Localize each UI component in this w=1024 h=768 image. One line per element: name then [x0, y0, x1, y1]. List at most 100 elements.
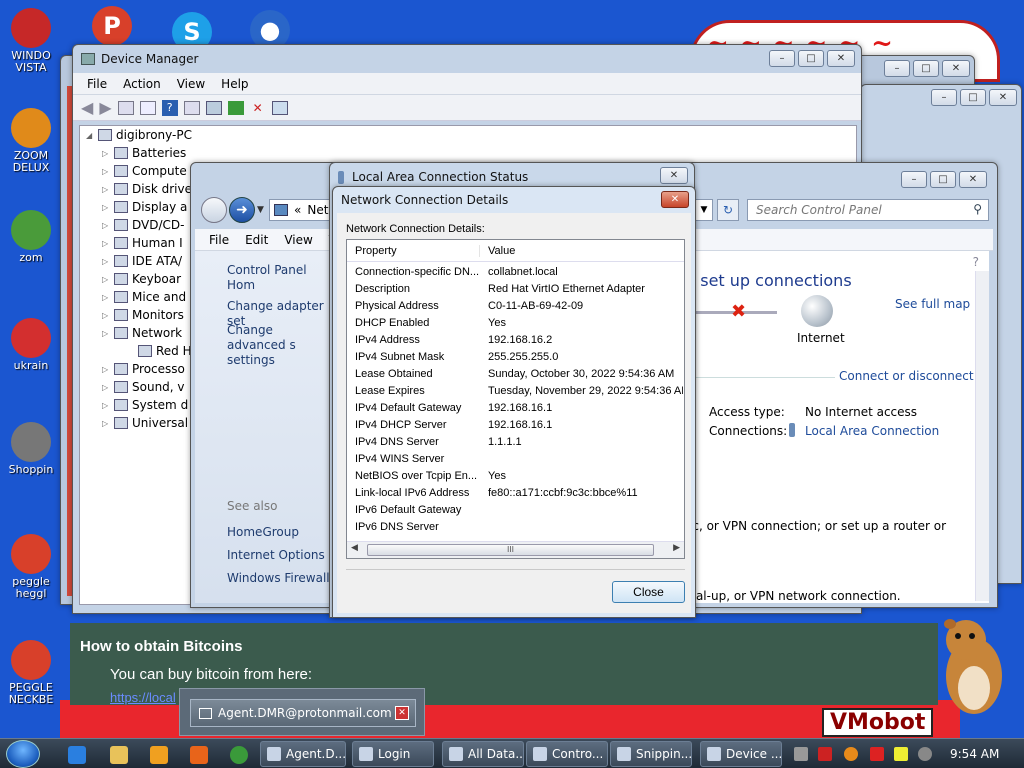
uninstall-icon[interactable]: ✕ — [250, 101, 266, 115]
minimize-button[interactable]: – — [769, 50, 795, 67]
expand-icon[interactable]: ▷ — [102, 275, 114, 284]
vertical-scrollbar[interactable] — [975, 271, 989, 601]
expand-icon[interactable]: ▷ — [102, 293, 114, 302]
back-arrow-icon[interactable]: ◀ — [81, 98, 93, 117]
menu-item[interactable]: View — [177, 77, 205, 91]
taskbar-button[interactable]: Contro... — [526, 741, 608, 767]
device-manager-titlebar[interactable]: Device Manager — [73, 45, 861, 73]
ransom-link[interactable]: https://local — [110, 690, 176, 705]
detail-row[interactable]: Lease Obtained Sunday, October 30, 2022 9… — [355, 368, 683, 385]
see-also-link[interactable]: Windows Firewall — [227, 567, 330, 590]
email-card[interactable]: Agent.DMR@protonmail.com ✕ — [190, 699, 416, 727]
local-area-connection-link[interactable]: Local Area Connection — [805, 424, 939, 438]
detail-row[interactable]: DHCP Enabled Yes — [355, 317, 683, 334]
desktop-icon[interactable]: Shoppin — [0, 422, 62, 476]
connect-disconnect-link[interactable]: Connect or disconnect — [839, 369, 974, 383]
tray-app-icon[interactable] — [794, 747, 808, 761]
detail-row[interactable]: IPv6 Default Gateway — [355, 504, 683, 521]
scan-hardware-icon[interactable] — [205, 100, 222, 115]
maximize-button[interactable]: □ — [798, 50, 824, 67]
tree-root[interactable]: ◢ digibrony-PC — [80, 126, 856, 144]
close-button[interactable]: ✕ — [661, 191, 689, 208]
details-list[interactable]: Property Value Connection-specific DN...… — [346, 239, 685, 559]
firefox-icon[interactable] — [190, 746, 208, 764]
close-button[interactable]: ✕ — [959, 171, 987, 188]
history-dropdown-icon[interactable]: ▼ — [257, 205, 264, 215]
task-link[interactable]: Change advanced s settings — [227, 323, 335, 368]
details-dialog[interactable]: Network Connection Details ✕ Network Con… — [332, 186, 696, 618]
detail-row[interactable]: IPv6 DNS Server — [355, 521, 683, 538]
scroll-thumb[interactable]: III — [367, 544, 654, 556]
menu-item[interactable]: View — [284, 233, 312, 247]
back-button[interactable] — [201, 197, 227, 223]
column-header-property[interactable]: Property — [347, 244, 480, 257]
expand-icon[interactable]: ▷ — [102, 221, 114, 230]
detail-row[interactable]: Description Red Hat VirtIO Ethernet Adapt… — [355, 283, 683, 300]
detail-row[interactable]: IPv4 WINS Server — [355, 453, 683, 470]
minimize-button[interactable]: – — [901, 171, 927, 188]
detail-row[interactable]: IPv4 Address 192.168.16.2 — [355, 334, 683, 351]
close-button[interactable]: ✕ — [942, 60, 970, 77]
view-icon[interactable] — [183, 100, 200, 115]
search-icon[interactable]: ⚲ — [973, 202, 982, 216]
media-player-icon[interactable] — [150, 746, 168, 764]
expand-icon[interactable]: ▷ — [102, 149, 114, 158]
help-question-icon[interactable]: ? — [973, 255, 979, 269]
see-also-link[interactable]: HomeGroup — [227, 521, 330, 544]
see-also-link[interactable]: Internet Options — [227, 544, 330, 567]
detail-row[interactable]: IPv4 DNS Server 1.1.1.1 — [355, 436, 683, 453]
expand-icon[interactable]: ▷ — [102, 365, 114, 374]
desktop-icon[interactable]: peggle heggl — [0, 534, 62, 600]
column-header-value[interactable]: Value — [480, 245, 515, 257]
tray-app-icon[interactable] — [918, 747, 932, 761]
minimize-button[interactable]: – — [884, 60, 910, 77]
detail-row[interactable]: Connection-specific DN... collabnet.local — [355, 266, 683, 283]
close-dialog-button[interactable]: Close — [612, 581, 685, 603]
desktop-icon[interactable]: WINDO VISTA — [0, 8, 62, 74]
close-button[interactable]: ✕ — [660, 167, 688, 184]
maximize-button[interactable]: □ — [930, 171, 956, 188]
taskbar-button[interactable]: Agent.D... — [260, 741, 346, 767]
tray-app-icon[interactable] — [844, 747, 858, 761]
menu-item[interactable]: Edit — [245, 233, 268, 247]
internet-explorer-icon[interactable] — [68, 746, 86, 764]
tray-app-icon[interactable] — [818, 747, 832, 761]
address-dropdown[interactable]: ▼ — [695, 199, 713, 221]
scroll-right-icon[interactable]: ▶ — [673, 543, 680, 553]
menu-item[interactable]: Help — [221, 77, 248, 91]
collapse-icon[interactable]: ◢ — [86, 131, 98, 140]
detail-row[interactable]: Link-local IPv6 Address fe80::a171:ccbf:9… — [355, 487, 683, 504]
menu-item[interactable]: File — [209, 233, 229, 247]
expand-icon[interactable]: ▷ — [102, 311, 114, 320]
forward-button[interactable]: ➜ — [229, 197, 255, 223]
detail-row[interactable]: IPv4 DHCP Server 192.168.16.1 — [355, 419, 683, 436]
chrome-icon[interactable] — [230, 746, 248, 764]
taskbar-button[interactable]: Login — [352, 741, 434, 767]
expand-icon[interactable]: ▷ — [102, 329, 114, 338]
desktop-icon[interactable]: PEGGLE NECKBE — [0, 640, 62, 706]
menu-item[interactable]: File — [87, 77, 107, 91]
email-popup[interactable]: Agent.DMR@protonmail.com ✕ — [179, 688, 425, 736]
close-button[interactable]: ✕ — [827, 50, 855, 67]
properties-icon[interactable] — [117, 100, 134, 115]
expand-icon[interactable]: ▷ — [102, 203, 114, 212]
start-button[interactable] — [6, 740, 40, 768]
maximize-button[interactable]: □ — [960, 89, 986, 106]
close-icon[interactable]: ✕ — [395, 706, 409, 720]
expand-icon[interactable]: ▷ — [102, 239, 114, 248]
detail-row[interactable]: Physical Address C0-11-AB-69-42-09 — [355, 300, 683, 317]
expand-icon[interactable]: ▷ — [102, 419, 114, 428]
expand-icon[interactable]: ▷ — [102, 257, 114, 266]
help-icon[interactable]: ? — [161, 99, 178, 116]
expand-icon[interactable]: ▷ — [102, 401, 114, 410]
forward-arrow-icon[interactable]: ▶ — [99, 98, 111, 117]
desktop-icon[interactable]: P — [92, 6, 140, 46]
update-driver-icon[interactable] — [227, 100, 244, 115]
explorer-icon[interactable] — [110, 746, 128, 764]
close-button[interactable]: ✕ — [989, 89, 1017, 106]
expand-icon[interactable]: ▷ — [102, 185, 114, 194]
console-icon[interactable] — [139, 100, 156, 115]
clock[interactable]: 9:54 AM — [950, 747, 999, 761]
tree-item[interactable]: ▷ Batteries — [80, 144, 856, 162]
taskbar-button[interactable]: All Data... — [442, 741, 524, 767]
